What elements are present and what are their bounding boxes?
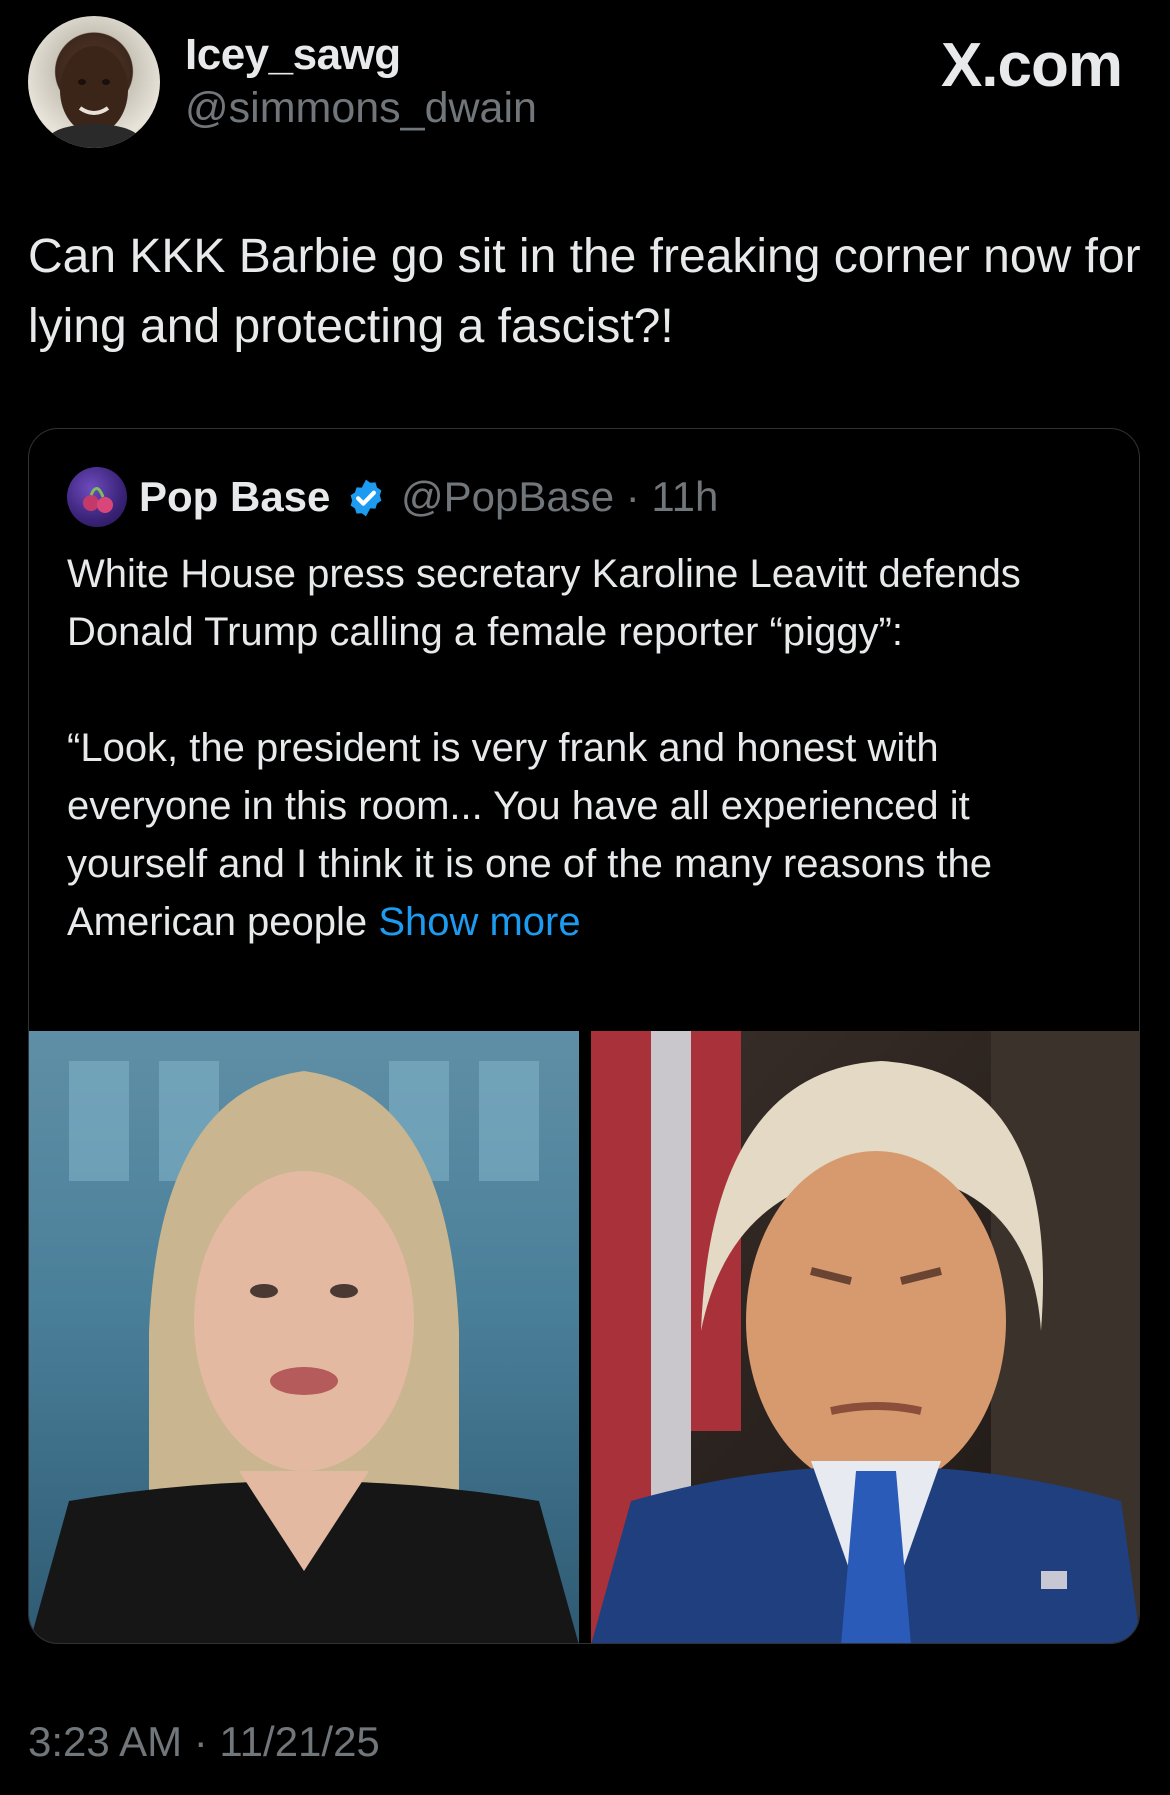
quoted-media[interactable]	[29, 1031, 1139, 1643]
quoted-handle-time[interactable]: @PopBase · 11h	[401, 473, 718, 521]
author-handle[interactable]: @simmons_dwain	[185, 84, 537, 133]
verified-badge-icon	[345, 477, 387, 519]
tweet-timestamp[interactable]: 3:23 AM · 11/21/25	[28, 1718, 380, 1766]
quoted-tweet-card[interactable]: Pop Base @PopBase · 11h White House pres…	[28, 428, 1140, 1644]
author-display-name[interactable]: Icey_sawg	[185, 30, 401, 80]
quoted-paragraph-2: “Look, the president is very frank and h…	[67, 719, 1107, 951]
quoted-author-avatar[interactable]	[67, 467, 127, 527]
show-more-link[interactable]: Show more	[378, 900, 580, 944]
x-logo-brand: X.com	[940, 31, 1123, 100]
media-photo-portrait[interactable]	[591, 1031, 1139, 1643]
quoted-paragraph-1: White House press secretary Karoline Lea…	[67, 552, 1021, 654]
media-photo-press-secretary[interactable]	[29, 1031, 579, 1643]
quoted-tweet-text: White House press secretary Karoline Lea…	[67, 545, 1107, 951]
tweet-text: Can KKK Barbie go sit in the freaking co…	[28, 230, 1141, 353]
author-avatar[interactable]	[28, 16, 160, 148]
quoted-display-name[interactable]: Pop Base	[139, 473, 330, 521]
